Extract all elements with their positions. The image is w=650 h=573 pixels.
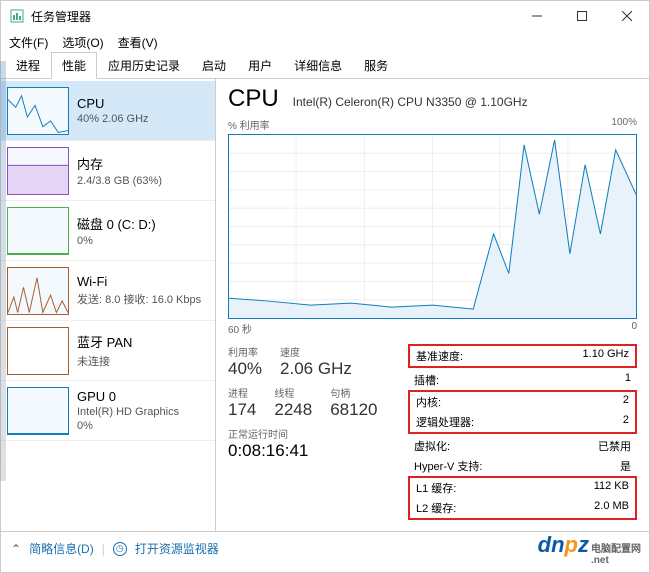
tab-apphistory[interactable]: 应用历史记录 [97,52,191,79]
menu-options[interactable]: 选项(O) [62,34,103,51]
wifi-thumb-icon [7,267,69,315]
minimize-button[interactable] [514,1,559,31]
cpu-chart[interactable] [228,134,637,319]
titlebar: 任务管理器 [1,1,649,31]
highlight-box: L1 缓存:112 KB L2 缓存:2.0 MB [408,476,637,520]
sidebar-item-label: CPU [77,96,149,111]
sidebar: CPU40% 2.06 GHz 内存2.4/3.8 GB (63%) 磁盘 0 … [1,79,216,531]
tab-processes[interactable]: 进程 [5,52,51,79]
cpu-model: Intel(R) Celeron(R) CPU N3350 @ 1.10GHz [293,95,528,109]
maximize-button[interactable] [559,1,604,31]
brief-info-link[interactable]: 简略信息(D) [29,540,94,557]
resmon-link[interactable]: 打开资源监视器 [135,540,219,557]
menu-view[interactable]: 查看(V) [118,34,158,51]
tabs: 进程 性能 应用历史记录 启动 用户 详细信息 服务 [1,53,649,79]
tab-services[interactable]: 服务 [353,52,399,79]
window-title: 任务管理器 [31,8,514,25]
highlight-box: 内核:2 逻辑处理器:2 [408,390,637,434]
sidebar-item-bluetooth[interactable]: 蓝牙 PAN未连接 [1,321,215,381]
main-panel: CPU Intel(R) Celeron(R) CPU N3350 @ 1.10… [216,79,649,531]
sidebar-item-cpu[interactable]: CPU40% 2.06 GHz [1,81,215,141]
sidebar-item-disk[interactable]: 磁盘 0 (C: D:)0% [1,201,215,261]
memory-thumb-icon [7,147,69,195]
disk-thumb-icon [7,207,69,255]
cpu-thumb-icon [7,87,69,135]
watermark: dnpz 电脑配置网.net [538,532,641,566]
close-button[interactable] [604,1,649,31]
page-title: CPU [228,85,279,113]
gpu-thumb-icon [7,387,69,435]
bluetooth-thumb-icon [7,327,69,375]
resmon-icon: ◷ [113,542,127,556]
sidebar-item-gpu[interactable]: GPU 0Intel(R) HD Graphics0% [1,381,215,441]
highlight-box: 基准速度:1.10 GHz [408,344,637,368]
tab-details[interactable]: 详细信息 [283,52,353,79]
chevron-up-icon[interactable]: ⌃ [11,542,21,556]
tab-users[interactable]: 用户 [237,52,283,79]
sidebar-item-memory[interactable]: 内存2.4/3.8 GB (63%) [1,141,215,201]
menubar: 文件(F) 选项(O) 查看(V) [1,31,649,53]
app-icon [9,8,25,24]
sidebar-item-wifi[interactable]: Wi-Fi发送: 8.0 接收: 16.0 Kbps [1,261,215,321]
tab-performance[interactable]: 性能 [51,52,97,79]
menu-file[interactable]: 文件(F) [9,34,48,51]
tab-startup[interactable]: 启动 [191,52,237,79]
